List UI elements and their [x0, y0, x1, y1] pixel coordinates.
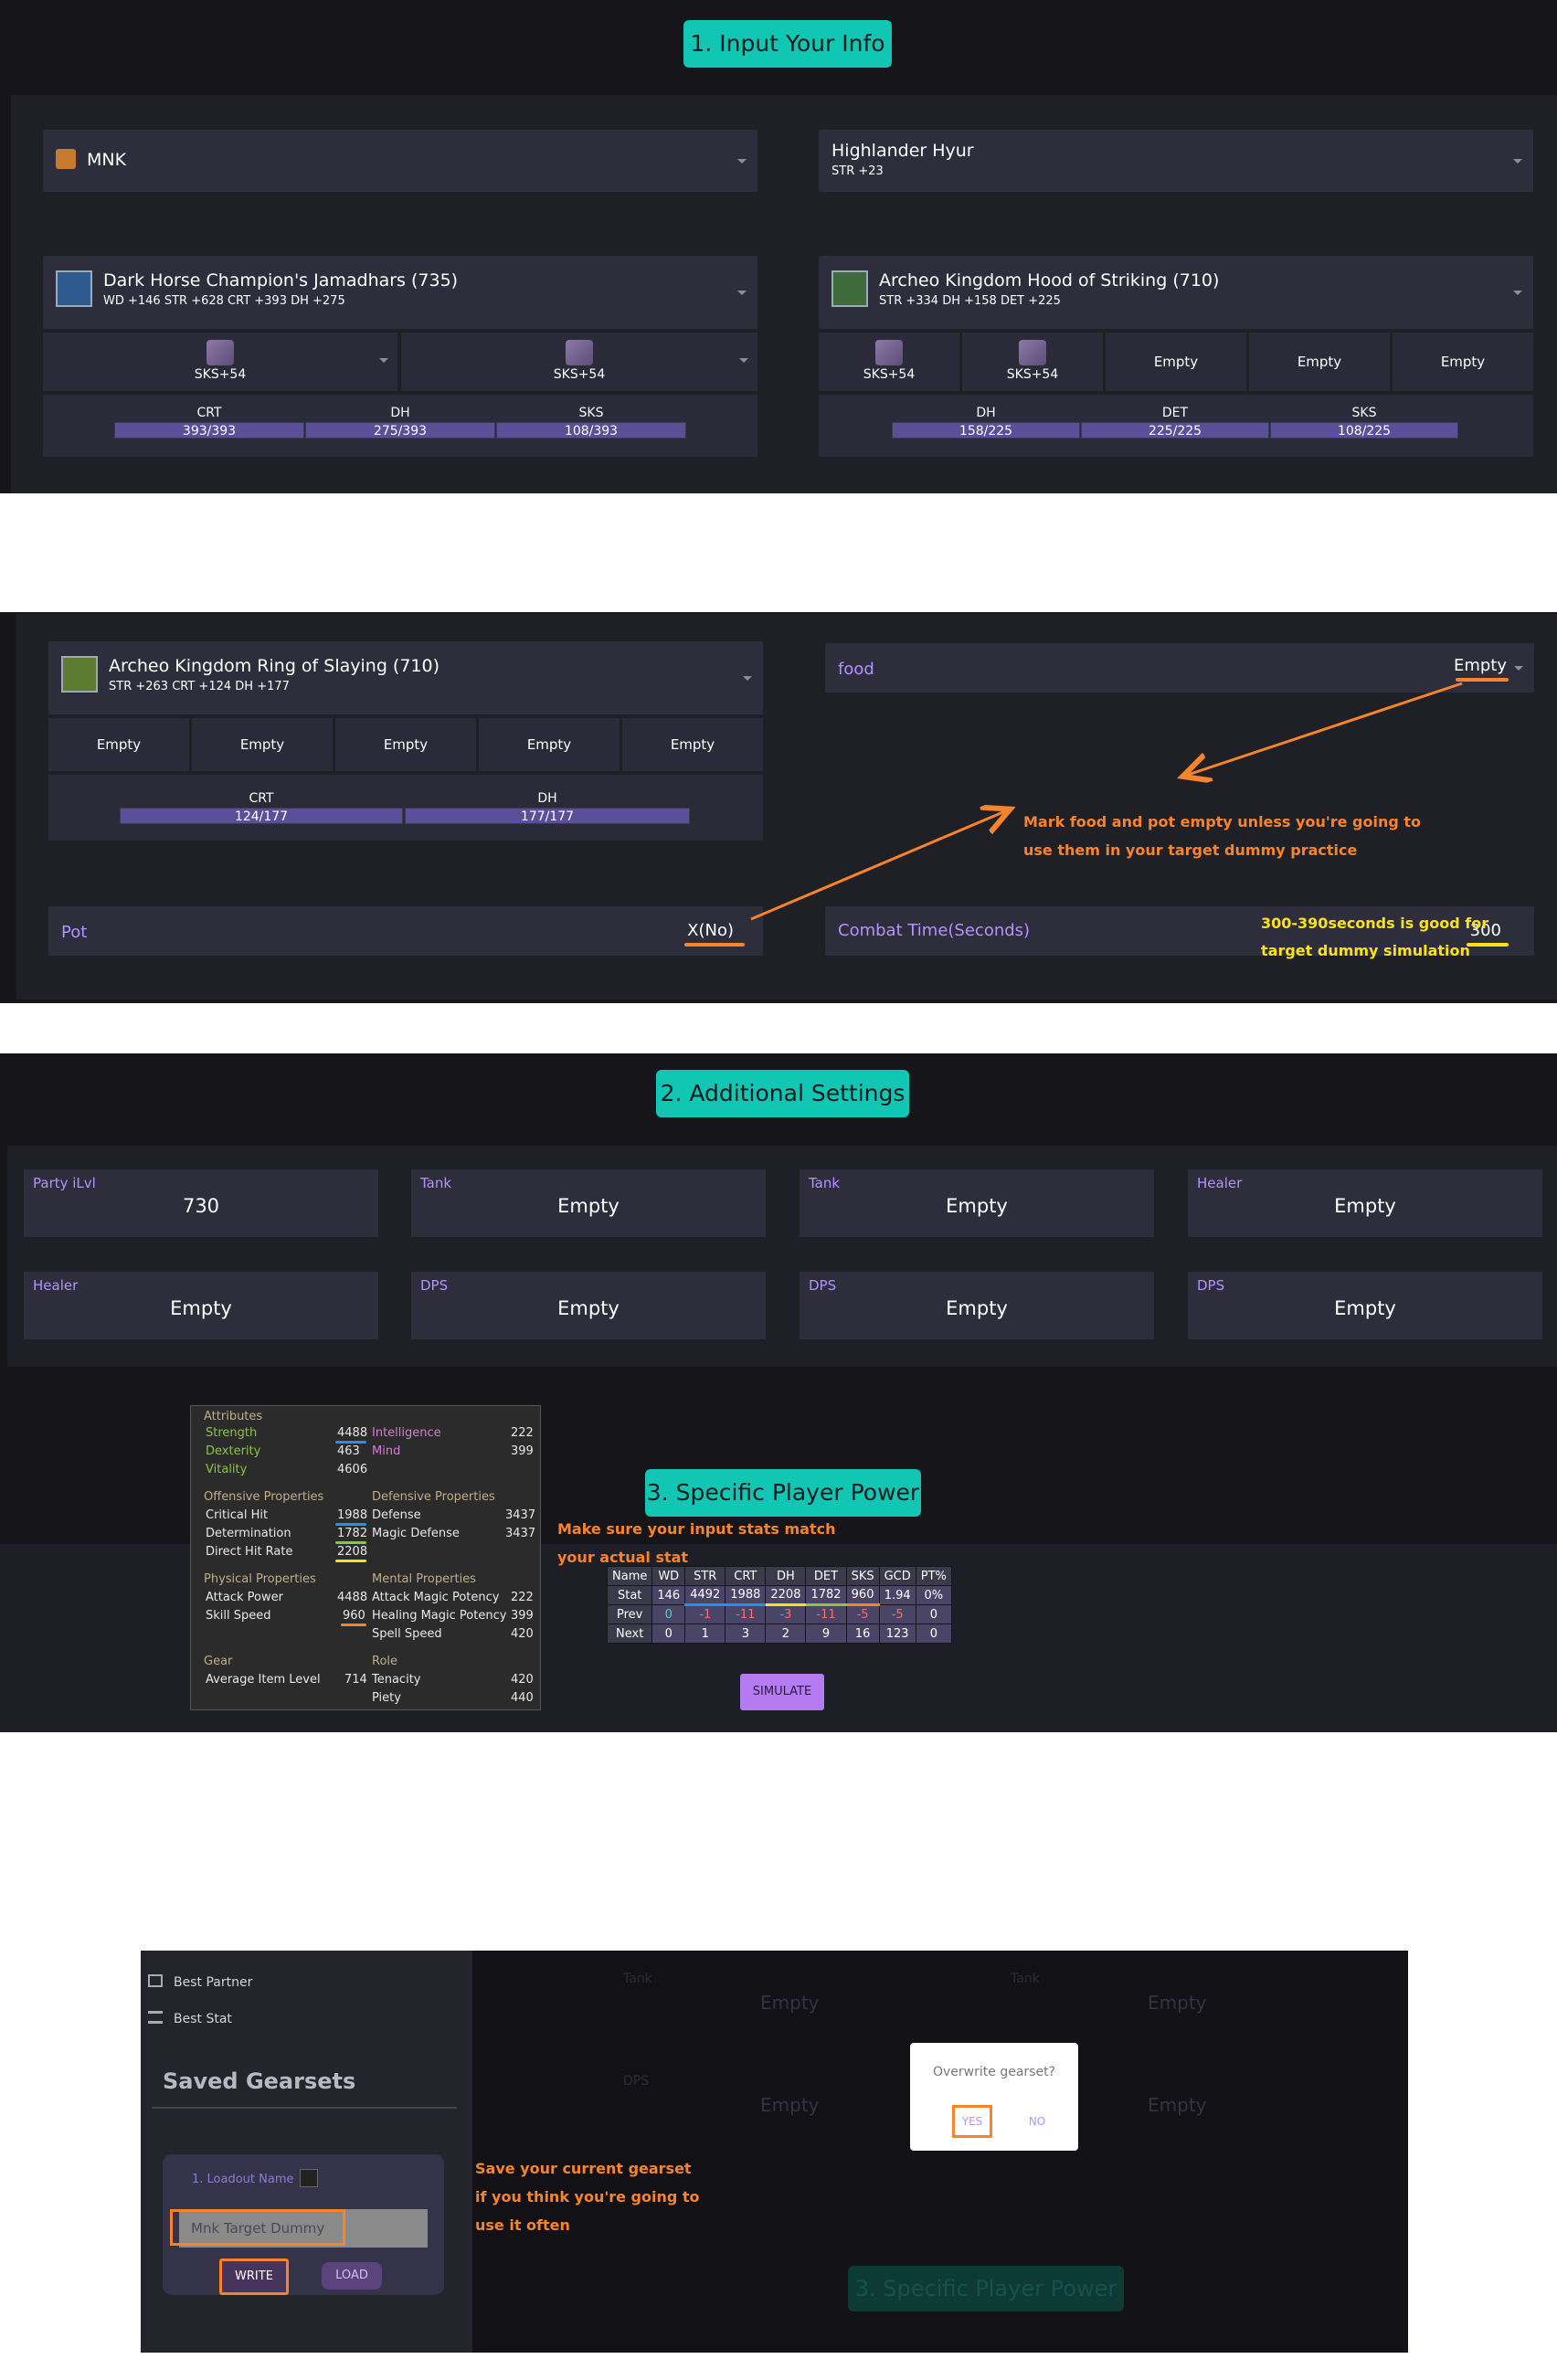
best-partner-icon — [148, 1974, 163, 1987]
table-row: Next 0 1 3 2 9 16 123 0 — [606, 1624, 952, 1644]
write-button[interactable]: WRITE — [219, 2258, 289, 2295]
healer-2-select[interactable]: Healer Empty — [24, 1272, 378, 1339]
info-icon — [300, 2169, 318, 2187]
party-ilvl-select[interactable]: Party iLvl 730 — [24, 1169, 378, 1237]
stat-table: Name WD STR CRT DH DET SKS GCD PT% Stat 146 4492 19… — [606, 1566, 952, 1644]
save-gearset-note: Save your current gearset if you think yo… — [475, 2160, 700, 2234]
bg-empty: Empty — [760, 2094, 820, 2116]
divider — [152, 2107, 457, 2109]
annotation-arrows — [750, 682, 1463, 921]
bg-empty: Empty — [1148, 1992, 1207, 2014]
tank-1-select[interactable]: Tank Empty — [411, 1169, 766, 1237]
bg-tank-label: Tank — [623, 1972, 652, 1986]
overwrite-dialog: Overwrite gearset? YES NO — [910, 2043, 1078, 2151]
no-button[interactable]: NO — [1022, 2110, 1053, 2132]
dps-1-select[interactable]: DPS Empty — [411, 1272, 766, 1339]
table-row: Prev 0 -1 -11 -3 -11 -5 -5 0 — [606, 1604, 952, 1624]
dps-3-select[interactable]: DPS Empty — [1188, 1272, 1542, 1339]
bg-tank-label: Tank — [1011, 1972, 1040, 1986]
loadout-label: 1. Loadout Name — [192, 2173, 294, 2186]
section-2-header: 2. Additional Settings — [656, 1070, 909, 1117]
saved-gearsets-title: Saved Gearsets — [163, 2068, 356, 2094]
load-button[interactable]: LOAD — [322, 2262, 382, 2290]
section-3-header: 3. Specific Player Power — [645, 1469, 921, 1517]
dps-2-select[interactable]: DPS Empty — [800, 1272, 1154, 1339]
tank-2-select[interactable]: Tank Empty — [800, 1169, 1154, 1237]
arrow-from-pot — [750, 811, 1005, 921]
dialog-question: Overwrite gearset? — [933, 2065, 1055, 2079]
loadout-name-input[interactable]: Mnk Target Dummy — [170, 2209, 345, 2246]
best-stat-icon — [148, 2011, 163, 2024]
table-row: Stat 146 4492 1988 2208 1782 960 1.94 0% — [606, 1585, 952, 1606]
game-attributes-screenshot: Attributes Strength 4488 Dexterity 463 Vit… — [190, 1405, 541, 1710]
arrow-to-food — [1188, 682, 1463, 775]
bg-section-header: 3. Specific Player Power — [848, 2266, 1124, 2311]
stat-match-note: Make sure your input stats match your act… — [557, 1520, 836, 1566]
bg-empty: Empty — [760, 1992, 820, 2014]
yes-button[interactable]: YES — [952, 2105, 992, 2138]
sidebar-item-best-stat[interactable]: Best Stat — [174, 2012, 232, 2026]
simulate-button[interactable]: SIMULATE — [740, 1674, 824, 1710]
bg-dps-label: DPS — [623, 2074, 650, 2089]
table-row: Name WD STR CRT DH DET SKS GCD PT% — [606, 1566, 952, 1586]
healer-1-select[interactable]: Healer Empty — [1188, 1169, 1542, 1237]
bg-empty: Empty — [1148, 2094, 1207, 2116]
sidebar-item-best-partner[interactable]: Best Partner — [174, 1975, 252, 1990]
